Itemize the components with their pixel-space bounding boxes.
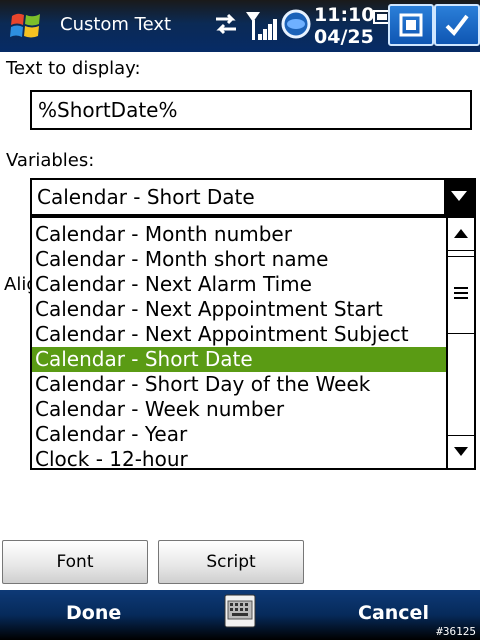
minimize-icon — [399, 13, 423, 37]
list-item[interactable]: Calendar - Next Appointment Start — [32, 297, 446, 322]
scroll-down-icon — [454, 447, 468, 456]
window-title: Custom Text — [60, 14, 172, 35]
globe-icon[interactable] — [280, 8, 312, 40]
list-item[interactable]: Calendar - Week number — [32, 397, 446, 422]
keyboard-icon[interactable] — [224, 594, 256, 628]
text-to-display-label: Text to display: — [6, 58, 141, 79]
text-to-display-input[interactable]: %ShortDate% — [30, 90, 472, 130]
scroll-grip-line — [454, 287, 468, 289]
list-item-selected[interactable]: Calendar - Short Date — [32, 347, 446, 372]
sync-icon[interactable] — [212, 10, 240, 38]
variables-dropdown-toggle[interactable] — [444, 180, 474, 214]
clock-date[interactable]: 04/25 — [314, 26, 374, 48]
cancel-softkey[interactable]: Cancel — [358, 602, 429, 624]
dropdown-items: Calendar - Month number Calendar - Month … — [32, 222, 446, 472]
scroll-thumb[interactable] — [448, 256, 474, 334]
clock-time[interactable]: 11:10 — [314, 4, 374, 26]
list-item[interactable]: Calendar - Next Appointment Subject — [32, 322, 446, 347]
list-item[interactable]: Calendar - Month number — [32, 222, 446, 247]
variables-selected-value: Calendar - Short Date — [37, 185, 255, 209]
scroll-up-button[interactable] — [448, 218, 474, 251]
watermark: #36125 — [436, 625, 476, 638]
list-item[interactable]: Clock - 12-hour — [32, 447, 446, 472]
scroll-down-button[interactable] — [448, 435, 474, 468]
scroll-grip-line — [454, 292, 468, 294]
script-button[interactable]: Script — [158, 540, 304, 584]
dropdown-scrollbar[interactable] — [446, 218, 474, 468]
variables-label: Variables: — [6, 150, 95, 171]
scroll-up-icon — [454, 229, 468, 238]
list-item[interactable]: Calendar - Short Day of the Week — [32, 372, 446, 397]
ok-button[interactable] — [434, 4, 480, 46]
minimize-button[interactable] — [388, 4, 434, 46]
list-item[interactable]: Calendar - Next Alarm Time — [32, 272, 446, 297]
variables-dropdown-list[interactable]: Calendar - Month number Calendar - Month … — [30, 216, 476, 472]
variables-combobox[interactable]: Calendar - Short Date — [30, 178, 476, 216]
title-bar: Custom Text 11:10 04/25 — [0, 0, 480, 52]
chevron-down-icon — [451, 191, 467, 201]
font-button[interactable]: Font — [2, 540, 148, 584]
list-item[interactable]: Calendar - Year — [32, 422, 446, 447]
scroll-grip-line — [454, 297, 468, 299]
ok-check-icon — [445, 14, 469, 37]
windows-start-icon[interactable] — [6, 6, 46, 46]
done-softkey[interactable]: Done — [66, 602, 121, 624]
signal-icon[interactable] — [244, 8, 278, 44]
list-item[interactable]: Calendar - Month short name — [32, 247, 446, 272]
